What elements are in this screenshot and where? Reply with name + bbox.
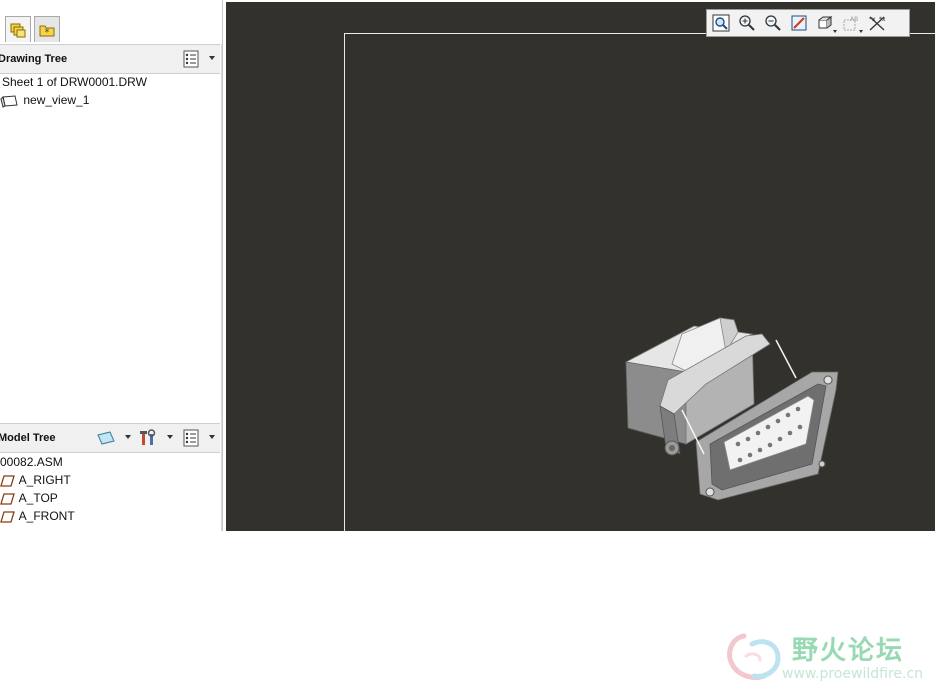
annotation-display-icon: AB [843, 16, 858, 31]
zoom-out-button[interactable] [761, 12, 785, 34]
list-settings-icon [183, 429, 199, 447]
watermark-url: www.proewildfire.cn [782, 666, 924, 682]
refit-button[interactable] [709, 12, 733, 34]
favorites-folder-icon: * [39, 25, 55, 38]
chevron-down-icon[interactable] [209, 56, 215, 60]
svg-text:*x: *x [879, 16, 886, 23]
model-tree-header: Model Tree [0, 423, 220, 453]
flange-screw-hole [823, 375, 833, 385]
tree-item-label: Sheet 1 of DRW0001.DRW [2, 75, 147, 89]
drawing-tree-sheet-item[interactable]: Sheet 1 of DRW0001.DRW [2, 73, 147, 91]
tree-item-label: 00082.ASM [0, 455, 63, 469]
panel-divider [221, 44, 222, 531]
connector-assembly-model[interactable] [622, 314, 842, 504]
datum-plane-icon [0, 475, 15, 487]
tree-item-label: A_RIGHT [18, 473, 71, 487]
datum-plane-icon [0, 511, 15, 523]
datum-plane-icon [0, 493, 15, 505]
model-tree-datum-item[interactable]: A_TOP [0, 489, 58, 507]
model-display-icon [97, 431, 115, 445]
repaint-button[interactable] [787, 12, 811, 34]
zoom-out-icon [765, 15, 781, 31]
navigator-panel: * Drawing Tree Sheet 1 of DRW0001.DRW ne… [0, 0, 223, 531]
forum-watermark: 野火论坛 www.proewildfire.cn [724, 626, 934, 690]
chevron-down-icon [859, 30, 863, 33]
flange-screw-hole [705, 487, 715, 497]
model-tree-root-item[interactable]: 00082.ASM [0, 453, 63, 471]
tools-icon [140, 429, 156, 445]
tree-tools-button[interactable] [139, 428, 159, 448]
tab-favorites[interactable]: * [34, 16, 60, 42]
chevron-down-icon[interactable] [167, 435, 173, 439]
model-tree-datum-item[interactable]: A_FRONT [0, 507, 75, 525]
annotation-display-button[interactable]: AB [839, 12, 863, 34]
refit-icon [712, 14, 730, 32]
flange-screw-hole [818, 460, 826, 468]
chevron-down-icon[interactable] [125, 435, 131, 439]
tab-model-tree[interactable] [5, 16, 31, 42]
layers-folder-icon [10, 23, 26, 37]
drawing-view-icon [0, 95, 18, 108]
svg-text:*: * [45, 28, 50, 38]
tree-item-label: new_view_1 [23, 93, 90, 107]
tree-item-label: A_FRONT [18, 509, 75, 523]
datum-display-button[interactable]: *x *x [865, 12, 889, 34]
zoom-in-button[interactable] [735, 12, 759, 34]
watermark-title: 野火论坛 [792, 636, 905, 666]
zoom-in-icon [739, 15, 755, 31]
list-settings-icon [183, 50, 199, 68]
model-display-button[interactable] [96, 428, 116, 448]
model-tree-title: Model Tree [0, 432, 56, 444]
drawing-tree-settings-button[interactable] [181, 49, 201, 69]
chevron-down-icon[interactable] [209, 435, 215, 439]
orient-icon [818, 16, 833, 29]
graphics-window[interactable]: AB *x *x [226, 2, 935, 531]
tree-item-label: A_TOP [18, 491, 58, 505]
model-tree-datum-item[interactable]: A_RIGHT [0, 471, 71, 489]
orient-button[interactable] [813, 12, 837, 34]
model-tree-clipped-item [0, 525, 40, 531]
lever-edge-line [775, 339, 797, 379]
lever-pivot-hole [669, 445, 675, 451]
chevron-down-icon [833, 30, 837, 33]
drawing-tree-title: Drawing Tree [0, 53, 68, 65]
view-toolbar: AB *x *x [706, 9, 910, 37]
svg-text:AB: AB [850, 16, 858, 23]
repaint-icon [791, 15, 807, 31]
datum-display-icon: *x *x [869, 16, 886, 31]
drawing-tree-view-item[interactable]: new_view_1 [0, 91, 89, 109]
model-tree-settings-button[interactable] [181, 428, 201, 448]
drawing-tree-header: Drawing Tree [0, 44, 220, 74]
navigator-tabs: * [0, 14, 222, 44]
svg-text:*x: *x [869, 16, 876, 23]
